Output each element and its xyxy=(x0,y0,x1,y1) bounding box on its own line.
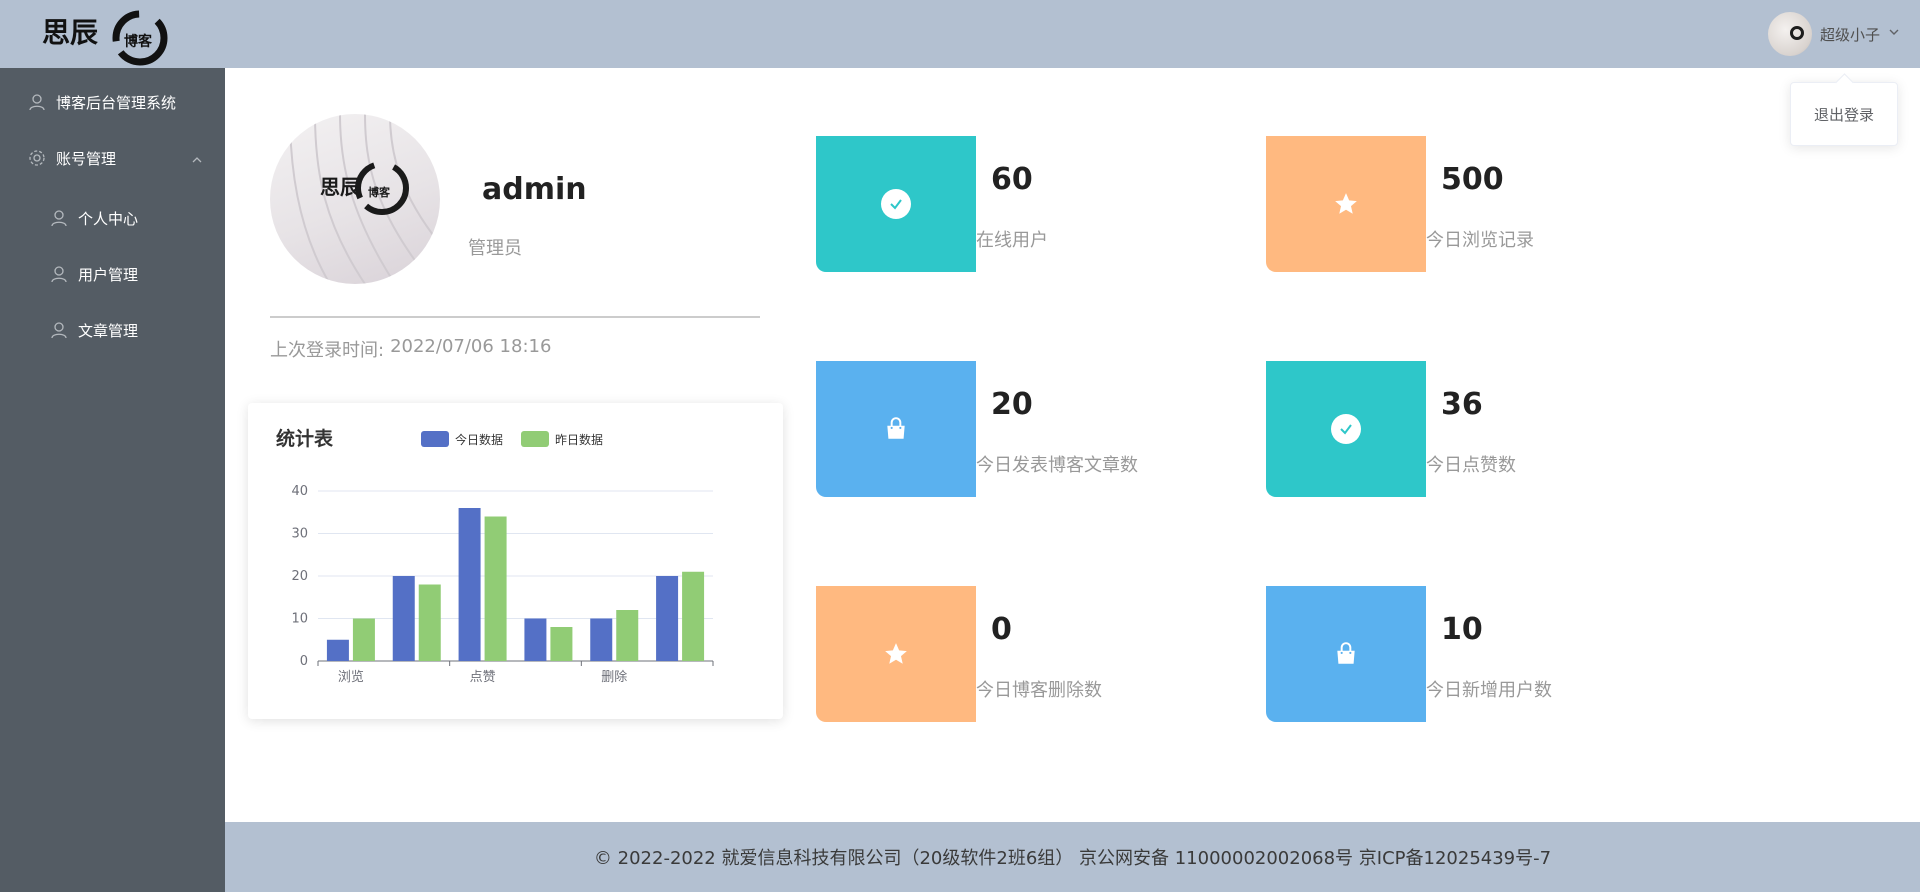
stat-value: 0 xyxy=(991,612,1012,647)
stat-card-posts: 20 今日发表博客文章数 xyxy=(816,361,1216,497)
chart-title: 统计表 xyxy=(276,427,334,450)
svg-text:思辰: 思辰 xyxy=(320,175,361,199)
bar xyxy=(616,610,639,661)
bar xyxy=(682,571,705,661)
stat-value: 60 xyxy=(991,162,1033,197)
stat-label: 今日点赞数 xyxy=(1426,455,1516,476)
gear-icon xyxy=(28,149,46,167)
bar xyxy=(524,618,547,661)
svg-text:博客: 博客 xyxy=(124,33,153,50)
sidebar-item-label: 用户管理 xyxy=(78,265,139,284)
check-circle-icon xyxy=(881,189,911,219)
user-icon xyxy=(28,93,46,111)
y-tick-label: 10 xyxy=(291,612,308,627)
main-content: 思辰 博客 admin 管理员 上次登录时间: 2022/07/06 18:16… xyxy=(225,68,1920,822)
avatar[interactable] xyxy=(1767,12,1812,56)
stat-card-online-users: 60 在线用户 xyxy=(816,136,1216,272)
star-icon xyxy=(1331,189,1361,219)
stat-tile xyxy=(816,361,976,497)
chevron-down-icon[interactable] xyxy=(1888,26,1900,42)
chevron-up-icon[interactable] xyxy=(191,152,203,164)
bar xyxy=(550,627,573,661)
bar xyxy=(656,576,679,661)
stat-value: 20 xyxy=(991,387,1033,422)
stat-card-new-users: 10 今日新增用户数 xyxy=(1266,586,1666,722)
legend-label: 昨日数据 xyxy=(555,432,603,447)
y-tick-label: 40 xyxy=(291,484,308,499)
sidebar-item-system[interactable]: 博客后台管理系统 xyxy=(0,74,225,130)
y-tick-label: 30 xyxy=(291,527,308,542)
site-logo[interactable]: 思辰 博客 xyxy=(40,4,170,66)
user-icon xyxy=(50,209,68,227)
profile-avatar: 思辰 博客 xyxy=(270,114,440,284)
stat-value: 10 xyxy=(1441,612,1483,647)
statistics-chart: 统计表 今日数据 昨日数据 0 10 20 30 40 浏览 点赞 删除 xyxy=(276,427,714,685)
stat-tile xyxy=(1266,136,1426,272)
profile-username: admin xyxy=(482,172,587,207)
sidebar: 博客后台管理系统 账号管理 个人中心 用户管理 文章管理 xyxy=(0,68,225,892)
svg-text:思辰: 思辰 xyxy=(42,16,98,49)
sidebar-item-label: 文章管理 xyxy=(78,321,139,340)
stat-label: 今日新增用户数 xyxy=(1426,680,1552,701)
y-tick-label: 20 xyxy=(291,569,308,584)
legend-swatch xyxy=(421,431,449,447)
stat-label: 今日浏览记录 xyxy=(1426,230,1534,251)
check-circle-icon xyxy=(1331,414,1361,444)
stat-label: 在线用户 xyxy=(976,230,1048,251)
x-tick-label: 浏览 xyxy=(338,669,364,685)
star-icon xyxy=(881,639,911,669)
user-menu[interactable]: 超级小子 xyxy=(1767,12,1900,56)
shopping-bag-icon xyxy=(1331,639,1361,669)
profile-role: 管理员 xyxy=(468,238,522,259)
legend-swatch xyxy=(521,431,549,447)
stat-tile xyxy=(816,586,976,722)
legend-label: 今日数据 xyxy=(455,432,503,447)
x-tick-label: 删除 xyxy=(601,670,627,685)
user-icon xyxy=(50,321,68,339)
profile-divider xyxy=(270,316,760,318)
top-header: 思辰 博客 超级小子 xyxy=(0,0,1920,68)
last-login-time: 上次登录时间: 2022/07/06 18:16 xyxy=(270,336,551,362)
sidebar-item-articles[interactable]: 文章管理 xyxy=(0,302,225,358)
bar xyxy=(484,516,507,661)
svg-text:博客: 博客 xyxy=(368,185,391,199)
last-login-label: 上次登录时间: xyxy=(270,340,385,361)
sidebar-item-label: 博客后台管理系统 xyxy=(56,93,177,112)
footer-copyright: © 2022-2022 就爱信息科技有限公司（20级软件2班6组） 京公网安备 … xyxy=(593,848,1552,869)
stat-card-likes: 36 今日点赞数 xyxy=(1266,361,1666,497)
stat-label: 今日博客删除数 xyxy=(976,680,1102,701)
bar xyxy=(352,618,375,661)
stat-tile xyxy=(1266,586,1426,722)
bar xyxy=(326,639,349,661)
stat-label: 今日发表博客文章数 xyxy=(976,455,1138,476)
stat-card-views: 500 今日浏览记录 xyxy=(1266,136,1666,272)
bar xyxy=(418,584,441,661)
sidebar-item-label: 个人中心 xyxy=(78,209,139,228)
statistics-chart-card: 统计表 今日数据 昨日数据 0 10 20 30 40 浏览 点赞 删除 xyxy=(248,403,783,719)
user-name[interactable]: 超级小子 xyxy=(1820,24,1880,45)
sidebar-item-label: 账号管理 xyxy=(56,149,117,168)
stat-tile xyxy=(816,136,976,272)
bar xyxy=(392,576,415,661)
bar xyxy=(458,508,481,661)
shopping-bag-icon xyxy=(881,414,911,444)
x-tick-label: 点赞 xyxy=(470,670,496,685)
logo-image: 思辰 博客 xyxy=(42,10,168,66)
stat-tile xyxy=(1266,361,1426,497)
sidebar-item-profile[interactable]: 个人中心 xyxy=(0,190,225,246)
y-tick-label: 0 xyxy=(300,654,308,669)
stat-value: 500 xyxy=(1441,162,1504,197)
stat-value: 36 xyxy=(1441,387,1483,422)
stat-card-deletes: 0 今日博客删除数 xyxy=(816,586,1216,722)
user-icon xyxy=(50,265,68,283)
page-footer: © 2022-2022 就爱信息科技有限公司（20级软件2班6组） 京公网安备 … xyxy=(225,822,1920,892)
bar xyxy=(590,618,613,661)
sidebar-item-account[interactable]: 账号管理 xyxy=(0,130,225,186)
last-login-value: 2022/07/06 18:16 xyxy=(390,336,552,357)
sidebar-item-users[interactable]: 用户管理 xyxy=(0,246,225,302)
